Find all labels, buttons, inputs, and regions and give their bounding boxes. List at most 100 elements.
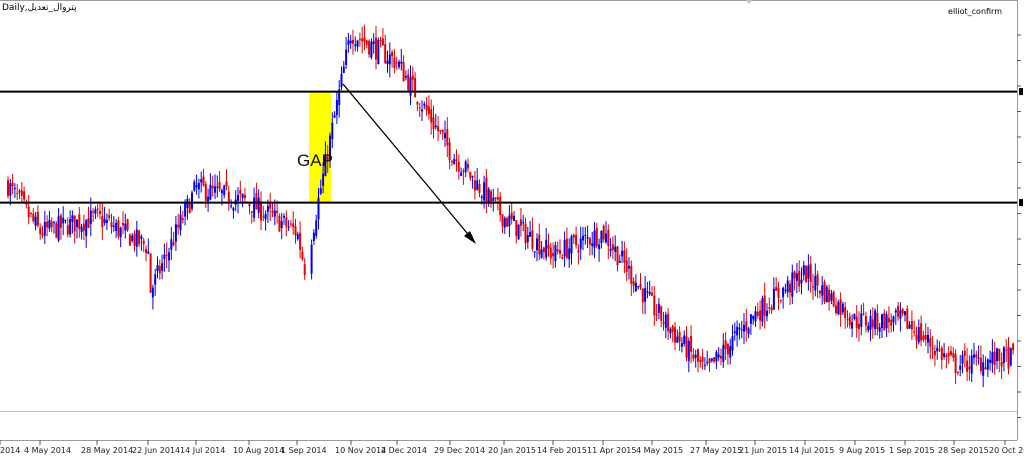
- bull-candle: [517, 224, 520, 240]
- bull-candle: [119, 227, 122, 238]
- bull-candle: [754, 311, 757, 322]
- gap-label: GAP: [297, 151, 333, 170]
- bull-candle: [687, 340, 690, 361]
- bull-candle: [579, 238, 582, 249]
- bull-candle: [115, 222, 118, 232]
- bull-candle: [943, 353, 946, 357]
- bear-candle: [225, 181, 228, 187]
- bear-candle: [23, 191, 26, 200]
- bull-candle: [13, 188, 16, 190]
- bear-candle: [756, 311, 759, 316]
- bear-candle: [632, 281, 635, 287]
- bear-candle: [993, 351, 996, 365]
- time-axis-label: 1 Sep 2014: [281, 446, 327, 455]
- bull-candle: [345, 49, 348, 65]
- bull-candle: [878, 327, 881, 332]
- bull-candle: [434, 125, 437, 128]
- bear-candle: [542, 247, 545, 253]
- bear-candle: [30, 212, 32, 214]
- bear-candle: [381, 38, 384, 46]
- bear-candle: [963, 350, 966, 356]
- bear-candle: [690, 336, 693, 352]
- bear-candle: [361, 38, 364, 42]
- bull-candle: [927, 334, 929, 343]
- bull-candle: [43, 221, 46, 236]
- bull-candle: [513, 215, 515, 221]
- bear-candle: [260, 201, 262, 221]
- bull-candle: [1002, 347, 1005, 364]
- bear-candle: [122, 223, 124, 226]
- bull-candle: [214, 186, 216, 193]
- bear-candle: [289, 223, 292, 225]
- bear-candle: [368, 40, 371, 55]
- bull-candle: [982, 362, 985, 376]
- bull-candle: [715, 352, 718, 362]
- bull-candle: [333, 115, 336, 118]
- bull-candle: [605, 233, 607, 243]
- price-chart: 2014 4 May 2014 28 May 201422 Jun 2014 14 J…: [0, 0, 1024, 460]
- bull-candle: [85, 220, 88, 236]
- bull-candle: [347, 40, 350, 45]
- bear-candle: [450, 160, 453, 163]
- bull-candle: [372, 41, 375, 44]
- bull-candle: [503, 218, 506, 228]
- bear-candle: [165, 254, 168, 256]
- bear-candle: [883, 312, 886, 331]
- bear-candle: [779, 299, 782, 301]
- bull-candle: [89, 210, 92, 224]
- bull-candle: [683, 335, 686, 344]
- bull-candle: [53, 222, 55, 224]
- bear-candle: [478, 184, 481, 193]
- bear-candle: [777, 288, 780, 299]
- bear-candle: [759, 310, 762, 321]
- bear-candle: [515, 220, 518, 236]
- bull-candle: [322, 173, 325, 186]
- time-axis-label: 20 Jan 2015: [488, 446, 536, 455]
- bull-candle: [191, 192, 193, 209]
- bull-candle: [729, 346, 732, 358]
- bear-candle: [301, 251, 304, 260]
- bear-candle: [18, 190, 21, 193]
- time-axis-label: 29 Dec 2014: [434, 446, 485, 455]
- bear-candle: [393, 57, 396, 68]
- bear-candle: [455, 159, 458, 162]
- bear-candle: [96, 208, 99, 210]
- bull-candle: [161, 263, 164, 271]
- bull-candle: [356, 40, 359, 47]
- bull-candle: [522, 222, 525, 224]
- bull-candle: [637, 286, 640, 288]
- bull-candle: [71, 215, 74, 222]
- bull-candle: [837, 302, 840, 314]
- bear-candle: [947, 352, 950, 356]
- bear-candle: [50, 221, 53, 228]
- time-axis-label: 4 May 2014: [24, 446, 71, 455]
- bull-candle: [140, 236, 143, 239]
- bear-candle: [547, 244, 550, 249]
- bull-candle: [791, 272, 794, 297]
- bull-candle: [795, 273, 798, 281]
- bull-candle: [163, 254, 166, 260]
- indicator-name: elliot_confirm: [948, 7, 1002, 16]
- bull-candle: [220, 190, 223, 194]
- bear-candle: [73, 215, 76, 232]
- bull-candle: [147, 251, 150, 254]
- bear-candle: [855, 316, 858, 329]
- bear-candle: [391, 51, 394, 57]
- bull-candle: [444, 132, 446, 139]
- bull-candle: [195, 185, 198, 188]
- bull-candle: [736, 326, 739, 336]
- bull-candle: [216, 186, 219, 188]
- bear-candle: [559, 250, 561, 254]
- bull-candle: [644, 288, 647, 302]
- bear-candle: [469, 171, 472, 179]
- bear-candle: [427, 106, 430, 115]
- bull-candle: [62, 217, 65, 224]
- bear-candle: [126, 219, 129, 231]
- bull-candle: [105, 219, 108, 223]
- chart-shift-marker-icon[interactable]: [746, 0, 752, 4]
- bull-candle: [841, 303, 844, 313]
- bull-candle: [618, 260, 621, 263]
- bear-candle: [1012, 343, 1015, 351]
- bear-candle: [561, 257, 564, 259]
- bear-candle: [457, 161, 460, 172]
